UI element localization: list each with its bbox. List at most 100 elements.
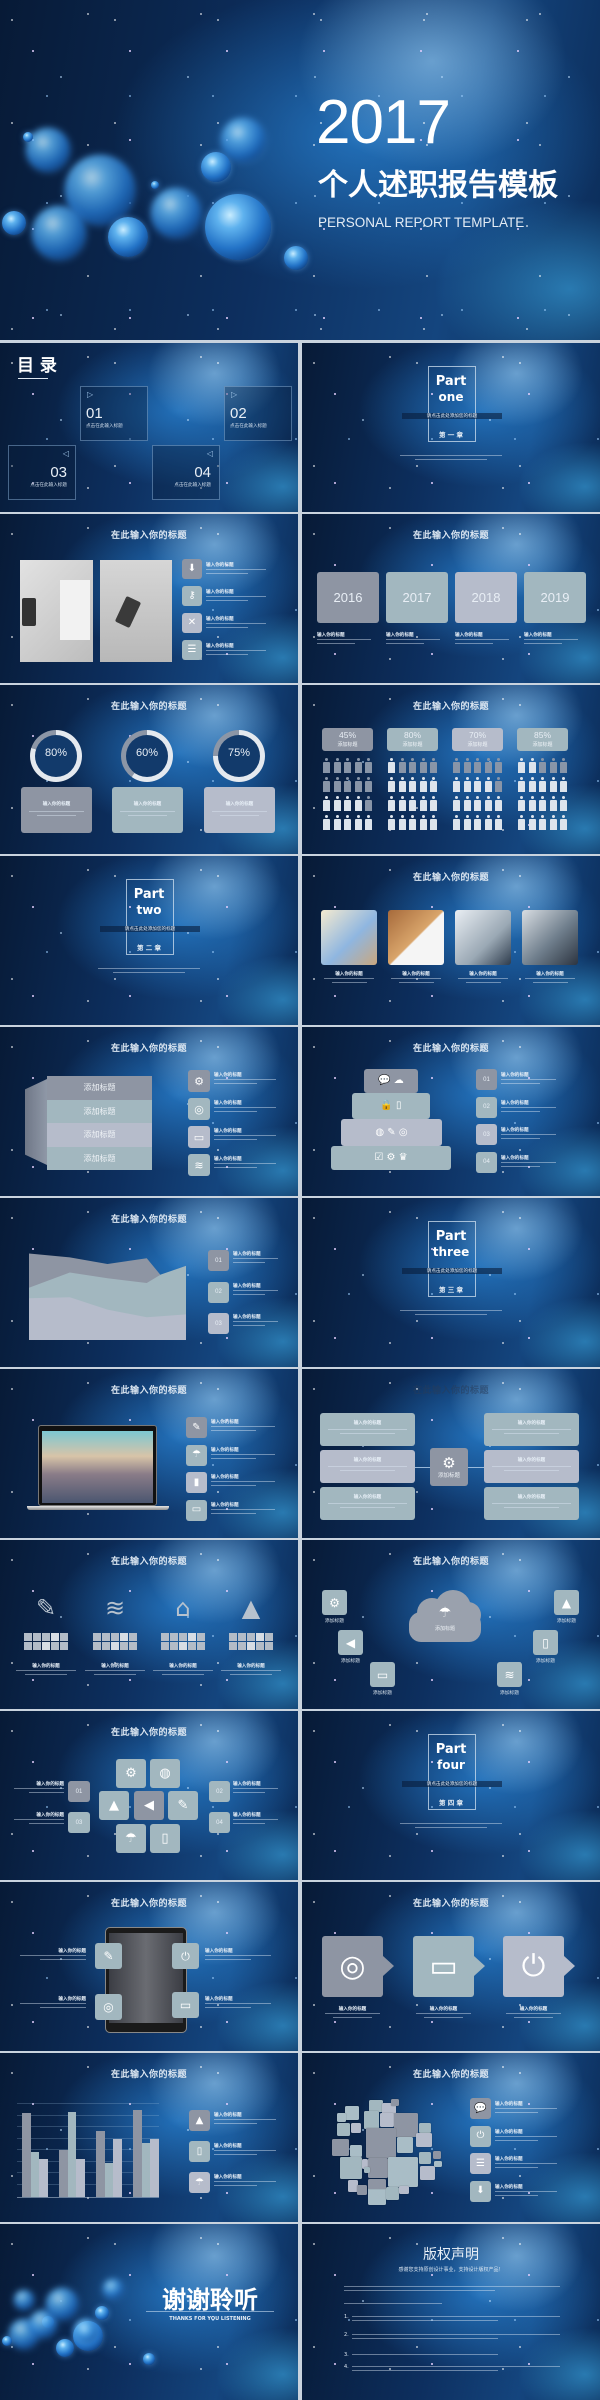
- part-three-slide[interactable]: Part three 请点击此处添加您的标题第 三 章: [302, 1198, 600, 1367]
- laptop-slide[interactable]: 在此输入你的标题 ✎ 输入你的标题 ☂ 输入你的标题 ▮ 输入你的标题 ▭ 输入你的标题: [0, 1369, 298, 1538]
- mind-map-slide[interactable]: 在此输入你的标题 输入你的标题 输入你的标题 输入你的标题 输入你的标题 输入你的标题 输入…: [302, 1369, 600, 1538]
- mind-map-card[interactable]: 输入你的标题: [320, 1450, 415, 1483]
- mind-map-card[interactable]: 输入你的标题: [484, 1487, 579, 1520]
- stack-layer[interactable]: 添加标题: [47, 1099, 152, 1123]
- slide-title: 在此输入你的标题: [110, 1215, 187, 1225]
- item-title: 输入你的标题: [214, 2175, 242, 2180]
- placeholder-text-line: [339, 1507, 396, 1509]
- placeholder-text-line: [211, 1481, 275, 1483]
- progress-circles-slide[interactable]: 在此输入你的标题 80% 输入你的标题 60% 输入你的标题 75% 输入你的标题: [0, 685, 298, 854]
- cover-year: 2017: [316, 88, 451, 157]
- person-head: [346, 777, 349, 780]
- placeholder-text-line: [352, 2370, 498, 2372]
- pyramid-slide[interactable]: 在此输入你的标题 💬 ☁ 🔒 ▯ ◍ ✎ ◎ ☑ ⚙ ♛ 01 输入你的标题 02 输入你的标题…: [302, 1027, 600, 1196]
- people-stats-slide[interactable]: 在此输入你的标题 45% 添加标题 80% 添加标题 70% 添加标题 85% 添加标题: [302, 685, 600, 854]
- stack-layer[interactable]: 添加标题: [47, 1076, 152, 1100]
- person-icon: [388, 796, 395, 811]
- key-tile: ⚷: [182, 586, 202, 606]
- copyright-item-number: 2.: [344, 2332, 349, 2338]
- plug-tile: ⏻: [503, 1936, 564, 1997]
- placeholder-text-line: [205, 1955, 271, 1957]
- mind-map-card[interactable]: 输入你的标题: [484, 1413, 579, 1446]
- cover-slide[interactable]: 2017 个人述职报告模板 PERSONAL REPORT TEMPLATE: [0, 0, 600, 340]
- number-label: 02: [216, 1788, 223, 1795]
- part-word: Part: [435, 1229, 467, 1244]
- item-title: 输入你的标题: [101, 1664, 129, 1669]
- person-head: [411, 758, 414, 761]
- part-one-slide[interactable]: Part one 请点击此处添加您的标题第 一 章: [302, 343, 600, 512]
- placeholder-text-line: [39, 2007, 86, 2009]
- area-chart-slide[interactable]: 在此输入你的标题 01 输入你的标题 02 输入你的标题 03 输入你的标题: [0, 1198, 298, 1367]
- person-head: [421, 796, 425, 799]
- part-two-slide[interactable]: Part two 请点击此处添加您的标题第 二 章: [0, 856, 298, 1025]
- person-head: [530, 777, 534, 780]
- triangle-left-icon: ◁: [62, 449, 69, 458]
- number-label: 02: [483, 1104, 490, 1110]
- item-title: 输入你的标题: [517, 1495, 546, 1500]
- placeholder-text-line: [525, 978, 575, 980]
- person-head: [476, 796, 479, 799]
- mosaic-slide[interactable]: 在此输入你的标题 💬 输入你的标题 ⏻ 输入你的标题 ☰ 输入你的标题 ⬇ 输入你的标题: [302, 2053, 600, 2222]
- tablet-slide[interactable]: 在此输入你的标题 ✎ ◎ ⏻ ▭ 输入你的标题 输入你的标题 输入你的标题 输入你的标题: [0, 1882, 298, 2051]
- stack-layer[interactable]: 添加标题: [47, 1146, 152, 1170]
- desk-photo: [20, 560, 93, 662]
- person-body: [333, 819, 341, 830]
- toc-slide[interactable]: 目 录 ▷ 01 点击在此输入标题 ▷ 02 点击在此输入标题 ◁ 03 点击在此输入标题 ◁ 04 点…: [0, 343, 298, 512]
- photo-cards-slide[interactable]: 在此输入你的标题 输入你的标题 输入你的标题 输入你的标题 输入你的标题: [302, 856, 600, 1025]
- item-title: 输入你的标题: [58, 1997, 86, 2002]
- person-head: [476, 758, 479, 761]
- mind-map-card[interactable]: 输入你的标题: [320, 1413, 415, 1446]
- slide-title: 在此输入你的标题: [110, 1899, 187, 1909]
- stack-layer[interactable]: 添加标题: [47, 1123, 152, 1147]
- cloud-network-slide[interactable]: 在此输入你的标题 ☂ 添加标题 ⚙ 添加标题 ◀ 添加标题 ▭ 添加标题 ≋ 添加标题 ▯ 添加标题 ▲ 添…: [302, 1540, 600, 1709]
- wifi-icon: ≋: [504, 1667, 515, 1682]
- person-head: [497, 777, 500, 780]
- toc-heading: 目 录: [17, 356, 57, 376]
- placeholder-text-line: [233, 1293, 265, 1295]
- toc-item-04[interactable]: ◁ 04 点击在此输入标题: [152, 445, 220, 500]
- grid-cell: [238, 1642, 246, 1650]
- timeline-slide[interactable]: 在此输入你的标题 2016 输入你的标题 2017 输入你的标题 2018 输入你的标题 20…: [302, 514, 600, 683]
- year-tile[interactable]: 2017: [386, 572, 448, 623]
- globe-icon: ◍: [159, 1766, 171, 1781]
- person-icon: [453, 796, 460, 811]
- copyright-slide[interactable]: 版权声明 感谢您支持原创设计事业，支持设计版权产品！ 1. 2. 3. 4.: [302, 2224, 600, 2400]
- person-body: [398, 781, 406, 792]
- stat-value: 70%: [468, 730, 486, 740]
- person-head: [325, 777, 328, 780]
- part-four-slide[interactable]: Part four 请点击此处添加您的标题第 四 章: [302, 1711, 600, 1880]
- placeholder-text-line: [211, 1426, 275, 1428]
- mind-map-card[interactable]: 输入你的标题: [320, 1487, 415, 1520]
- slide-title: 在此输入你的标题: [110, 702, 187, 712]
- stacked-layers-slide[interactable]: 在此输入你的标题 添加标题 添加标题 添加标题 添加标题 ⚙ 输入你的标题 ◎ 输入你的标题 ▭ 输…: [0, 1027, 298, 1196]
- cone-icon: ▲: [109, 1798, 119, 1813]
- toc-item-01[interactable]: ▷ 01 点击在此输入标题: [80, 386, 148, 441]
- mind-map-card[interactable]: 输入你的标题: [484, 1450, 579, 1483]
- person-head: [432, 815, 435, 818]
- person-body: [463, 762, 471, 773]
- year-tile[interactable]: 2018: [455, 572, 517, 623]
- placeholder-text-line: [495, 2135, 557, 2137]
- process-arrows-slide[interactable]: 在此输入你的标题 ◎ 输入你的标题 ▭ 输入你的标题 ⏻ 输入你的标题: [302, 1882, 600, 2051]
- icon-grid-slide[interactable]: 在此输入你的标题 ✎ 输入你的标题 ≋ 输入你的标题 ⌂ 输入你的标题 ▲ 输入你的标题: [0, 1540, 298, 1709]
- person-body: [365, 762, 372, 773]
- image-list-slide[interactable]: 在此输入你的标题 ⬇ 输入你的标题 ⚷ 输入你的标题 ✕ 输入你的标题 ☰ 输入你的标题: [0, 514, 298, 683]
- hex-icons-slide[interactable]: 在此输入你的标题 ⚙ ◍ ▲ ◀ ✎ ☂ ▯ 01 02 03 04 输入你的标题 输入你的标题 输入你的标…: [0, 1711, 298, 1880]
- toc-item-03[interactable]: ◁ 03 点击在此输入标题: [8, 445, 76, 500]
- bar-chart-slide[interactable]: 在此输入你的标题 ▲ 输入你的标题 ▯ 输入你的标题 ☂ 输入你的标题: [0, 2053, 298, 2222]
- slide-title: 在此输入你的标题: [412, 1044, 489, 1054]
- year-tile[interactable]: 2016: [317, 572, 379, 623]
- number-tile: 01: [68, 1781, 90, 1802]
- person-icon: [539, 758, 546, 773]
- placeholder-text-line: [465, 982, 501, 984]
- placeholder-text-line: [333, 2017, 372, 2019]
- placeholder-text-line: [501, 1110, 540, 1112]
- grid-cell: [102, 1633, 110, 1641]
- placeholder-text-line: [328, 1429, 407, 1431]
- photo-card: [388, 910, 444, 965]
- toc-item-02[interactable]: ▷ 02 点击在此输入标题: [224, 386, 292, 441]
- thank-you-slide[interactable]: 谢谢聆听 THANKS FOR YOU LISTENING: [0, 2224, 298, 2400]
- year-tile[interactable]: 2019: [524, 572, 586, 623]
- toc-underline: [18, 378, 48, 379]
- item-title: 输入你的标题: [386, 633, 414, 638]
